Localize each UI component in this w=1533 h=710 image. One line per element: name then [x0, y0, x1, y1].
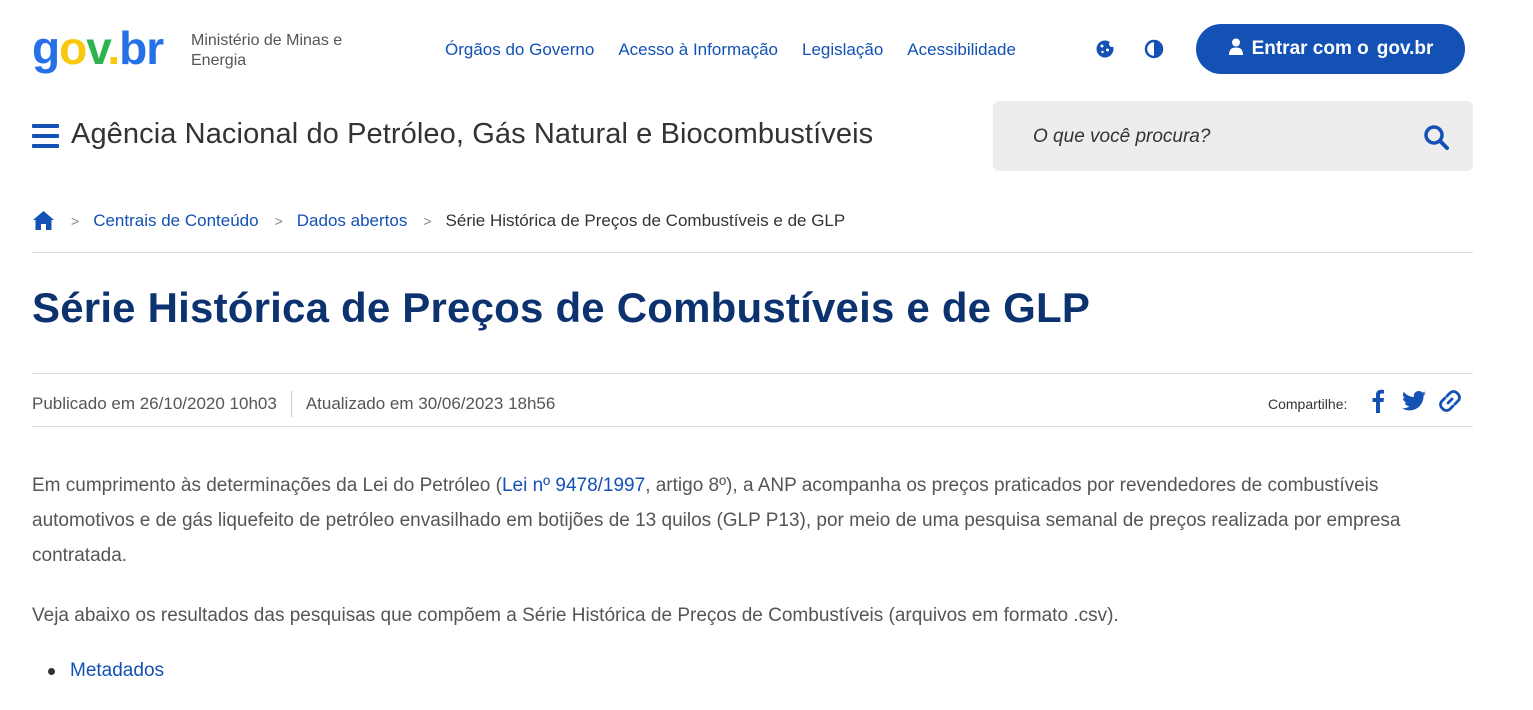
- login-brand: gov.br: [1376, 38, 1434, 59]
- published-date: Publicado em 26/10/2020 10h03: [32, 394, 277, 413]
- updated-date: Atualizado em 30/06/2023 18h56: [305, 394, 556, 413]
- svg-text:gov.br: gov.br: [32, 22, 164, 74]
- meta-divider: [290, 391, 292, 417]
- facebook-icon[interactable]: [1365, 388, 1391, 414]
- breadcrumb-separator: >: [423, 213, 432, 229]
- list-item: Metadados: [48, 660, 164, 682]
- breadcrumb-separator: >: [71, 213, 80, 229]
- metadados-link[interactable]: Metadados: [70, 660, 164, 682]
- breadcrumb-separator: >: [274, 213, 283, 229]
- share-label: Compartilhe:: [1268, 396, 1348, 412]
- search-icon[interactable]: [1423, 124, 1449, 150]
- search-box: [993, 101, 1473, 171]
- nav-acessibilidade[interactable]: Acessibilidade: [907, 40, 1016, 60]
- govbr-logo[interactable]: gov.br: [32, 22, 172, 76]
- user-icon: [1228, 38, 1244, 61]
- breadcrumb-centrais-de-conteudo[interactable]: Centrais de Conteúdo: [93, 211, 258, 231]
- hamburger-menu-icon[interactable]: [32, 124, 59, 148]
- nav-legislacao[interactable]: Legislação: [802, 40, 883, 60]
- publication-meta: Publicado em 26/10/2020 10h03 Atualizado…: [32, 391, 555, 417]
- login-button[interactable]: Entrar com o gov.br: [1196, 24, 1465, 74]
- ministry-name: Ministério de Minas e Energia: [191, 32, 343, 69]
- share-bar: Compartilhe:: [1268, 388, 1473, 414]
- cookie-icon[interactable]: [1092, 36, 1118, 62]
- twitter-icon[interactable]: [1401, 388, 1427, 414]
- breadcrumb-dados-abertos[interactable]: Dados abertos: [297, 211, 408, 231]
- top-nav: Órgãos do Governo Acesso à Informação Le…: [445, 40, 1040, 60]
- nav-orgaos-do-governo[interactable]: Órgãos do Governo: [445, 40, 594, 60]
- intro-text-before: Em cumprimento às determinações da Lei d…: [32, 475, 502, 496]
- link-icon[interactable]: [1437, 388, 1463, 414]
- site-title[interactable]: Agência Nacional do Petróleo, Gás Natura…: [71, 118, 873, 151]
- law-link[interactable]: Lei nº 9478/1997: [502, 475, 645, 496]
- home-icon[interactable]: [32, 210, 55, 232]
- divider: [32, 373, 1473, 374]
- bullet-icon: [48, 667, 55, 675]
- download-list: Metadados: [48, 660, 164, 682]
- divider: [32, 252, 1473, 253]
- nav-acesso-a-informacao[interactable]: Acesso à Informação: [618, 40, 778, 60]
- page-title: Série Histórica de Preços de Combustívei…: [32, 284, 1091, 331]
- contrast-icon[interactable]: [1141, 36, 1167, 62]
- breadcrumb-current: Série Histórica de Preços de Combustívei…: [445, 211, 846, 230]
- login-label: Entrar com o: [1251, 38, 1369, 59]
- search-input[interactable]: [1033, 123, 1393, 151]
- divider: [32, 426, 1473, 427]
- breadcrumb: > Centrais de Conteúdo > Dados abertos >…: [32, 210, 845, 232]
- results-paragraph: Veja abaixo os resultados das pesquisas …: [32, 605, 1119, 626]
- intro-paragraph: Em cumprimento às determinações da Lei d…: [32, 468, 1477, 573]
